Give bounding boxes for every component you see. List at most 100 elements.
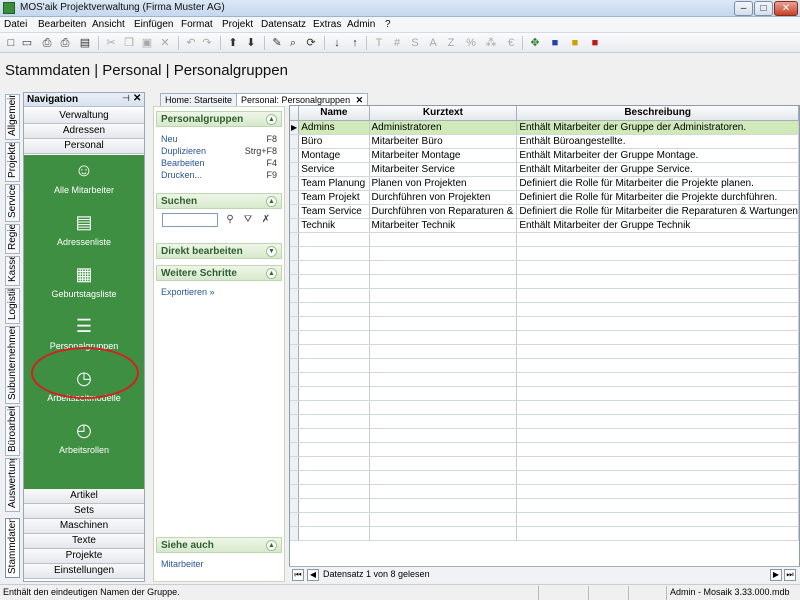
menu-format[interactable]: Format — [181, 19, 213, 30]
cell-beschreibung[interactable]: Enthält Mitarbeiter der Gruppe der Admin… — [516, 120, 799, 135]
task-duplizieren[interactable]: Duplizieren Strg+F8 — [156, 145, 282, 157]
menu-projekt[interactable]: Projekt — [222, 19, 253, 30]
group-header[interactable]: Direkt bearbeiten ▼ — [156, 243, 282, 259]
percent-icon[interactable]: % — [464, 36, 478, 50]
nav-maschinen[interactable]: Maschinen — [24, 519, 144, 534]
expand-icon[interactable]: ▼ — [266, 246, 277, 257]
cell-kurztext[interactable]: Mitarbeiter Service — [369, 162, 518, 177]
table-row[interactable]: Team Projekt Durchführen von Projekten D… — [290, 190, 799, 205]
cell-name[interactable]: Team Service — [298, 204, 370, 219]
task-bearbeiten[interactable]: Bearbeiten F4 — [156, 157, 282, 169]
previous-record-button[interactable]: ◀ — [307, 569, 319, 581]
print-icon[interactable]: ▤ — [78, 36, 92, 50]
side-tab-bueroarbeiten[interactable]: Büroarbeiten — [5, 406, 20, 456]
side-tab-logistik[interactable]: Logistik — [5, 288, 20, 324]
cell-name[interactable]: Team Projekt — [298, 190, 370, 205]
lock-yellow-icon[interactable]: ■ — [568, 36, 582, 50]
cell-kurztext[interactable]: Mitarbeiter Technik — [369, 218, 518, 233]
print-preview-icon[interactable]: ⎙ — [58, 36, 72, 50]
s-format-icon[interactable]: S — [408, 36, 422, 50]
redo-icon[interactable]: ↷ — [200, 36, 214, 50]
last-record-button[interactable]: ⏭ — [784, 569, 796, 581]
cell-kurztext[interactable]: Administratoren — [369, 120, 518, 135]
cell-name[interactable]: Technik — [298, 218, 370, 233]
cell-name[interactable]: Service — [298, 162, 370, 177]
nav-item-arbeitsrollen[interactable]: ◴ Arbeitsrollen — [24, 419, 144, 463]
nav-artikel[interactable]: Artikel — [24, 489, 144, 504]
cell-kurztext[interactable]: Durchführen von Projekten — [369, 190, 518, 205]
cell-kurztext[interactable]: Planen von Projekten — [369, 176, 518, 191]
collapse-icon[interactable]: ▲ — [266, 196, 277, 207]
cell-beschreibung[interactable]: Enthält Mitarbeiter der Gruppe Montage. — [516, 148, 799, 163]
side-tab-projekte[interactable]: Projekte — [5, 142, 20, 182]
cell-name[interactable]: Büro — [298, 134, 370, 149]
refresh-icon[interactable]: ⟳ — [304, 36, 318, 50]
pen-icon[interactable]: ✎ — [270, 36, 284, 50]
cut-icon[interactable]: ✂ — [104, 36, 118, 50]
menu-datei[interactable]: Datei — [4, 19, 27, 30]
next-record-button[interactable]: ▶ — [770, 569, 782, 581]
z-format-icon[interactable]: Z — [444, 36, 458, 50]
close-button[interactable]: ✕ — [774, 1, 798, 16]
side-tab-regie[interactable]: Regie — [5, 224, 20, 254]
side-tab-kasse[interactable]: Kasse — [5, 256, 20, 286]
group-header[interactable]: Weitere Schritte ▲ — [156, 265, 282, 281]
nav-einstellungen[interactable]: Einstellungen — [24, 564, 144, 579]
nav-item-adressenliste[interactable]: ▤ Adressenliste — [24, 211, 144, 255]
currency-icon[interactable]: € — [504, 36, 518, 50]
menu-bearbeiten[interactable]: Bearbeiten — [38, 19, 86, 30]
a-format-icon[interactable]: A — [426, 36, 440, 50]
task-neu[interactable]: Neu F8 — [156, 133, 282, 145]
table-row[interactable]: Technik Mitarbeiter Technik Enthält Mita… — [290, 218, 799, 233]
collapse-icon[interactable]: ▲ — [266, 540, 277, 551]
task-drucken[interactable]: Drucken... F9 — [156, 169, 282, 181]
undo-icon[interactable]: ↶ — [184, 36, 198, 50]
hash-icon[interactable]: # — [390, 36, 404, 50]
cell-beschreibung[interactable]: Enthält Mitarbeiter der Gruppe Technik — [516, 218, 799, 233]
arrow-up-icon[interactable]: ⬆ — [226, 36, 240, 50]
find-icon[interactable]: ⌕ — [286, 36, 300, 50]
cell-name[interactable]: Montage — [298, 148, 370, 163]
nav-item-geburtstagsliste[interactable]: ▦ Geburtstagsliste — [24, 263, 144, 307]
clear-filter-icon[interactable]: ✗ — [258, 213, 274, 227]
nav-sets[interactable]: Sets — [24, 504, 144, 519]
group-header[interactable]: Suchen ▲ — [156, 193, 282, 209]
nav-verwaltung[interactable]: Verwaltung — [24, 109, 144, 124]
table-row[interactable]: Team Planung Planen von Projekten Defini… — [290, 176, 799, 191]
collapse-icon[interactable]: ▲ — [266, 268, 277, 279]
cell-beschreibung[interactable]: Enthält Büroangestellte. — [516, 134, 799, 149]
cell-kurztext[interactable]: Mitarbeiter Büro — [369, 134, 518, 149]
search-input[interactable] — [162, 213, 218, 227]
table-row[interactable]: ▶ Admins Administratoren Enthält Mitarbe… — [290, 120, 799, 135]
task-exportieren[interactable]: Exportieren » — [156, 286, 282, 298]
column-header-kurztext[interactable]: Kurztext — [369, 106, 518, 121]
cell-beschreibung[interactable]: Definiert die Rolle für Mitarbeiter die … — [516, 190, 799, 205]
side-tab-subunternehmer[interactable]: Subunternehmer — [5, 326, 20, 404]
text-format-icon[interactable]: T — [372, 36, 386, 50]
filter-icon[interactable]: ⚲ — [222, 213, 238, 227]
users-icon[interactable]: ✥ — [528, 36, 542, 50]
side-tab-auswertungen[interactable]: Auswertungen — [5, 458, 20, 512]
arrow-down-icon[interactable]: ⬇ — [244, 36, 258, 50]
cell-beschreibung[interactable]: Definiert die Rolle für Mitarbeiter die … — [516, 176, 799, 191]
cell-kurztext[interactable]: Mitarbeiter Montage — [369, 148, 518, 163]
cell-kurztext[interactable]: Durchführen von Reparaturen & — [369, 204, 518, 219]
menu-extras[interactable]: Extras — [313, 19, 341, 30]
table-row[interactable]: Montage Mitarbeiter Montage Enthält Mita… — [290, 148, 799, 163]
menu-help[interactable]: ? — [385, 19, 391, 30]
column-header-name[interactable]: Name — [298, 106, 370, 121]
group-header[interactable]: Personalgruppen ▲ — [156, 111, 282, 127]
menu-ansicht[interactable]: Ansicht — [92, 19, 125, 30]
menu-admin[interactable]: Admin — [347, 19, 375, 30]
sort-za-icon[interactable]: ↑ — [348, 36, 362, 50]
sort-az-icon[interactable]: ↓ — [330, 36, 344, 50]
close-tab-icon[interactable]: ✕ — [356, 95, 364, 105]
minimize-button[interactable]: – — [734, 1, 753, 16]
side-tab-allgemein[interactable]: Allgemein — [5, 94, 20, 140]
table-row[interactable]: Team Service Durchführen von Reparaturen… — [290, 204, 799, 219]
side-tab-stammdaten[interactable]: Stammdaten — [5, 518, 20, 578]
lock-blue-icon[interactable]: ■ — [548, 36, 562, 50]
table-row[interactable]: Büro Mitarbeiter Büro Enthält Büroangest… — [290, 134, 799, 149]
pin-icon[interactable]: ⊣ — [122, 93, 130, 104]
grid-icon[interactable]: ⁂ — [484, 36, 498, 50]
